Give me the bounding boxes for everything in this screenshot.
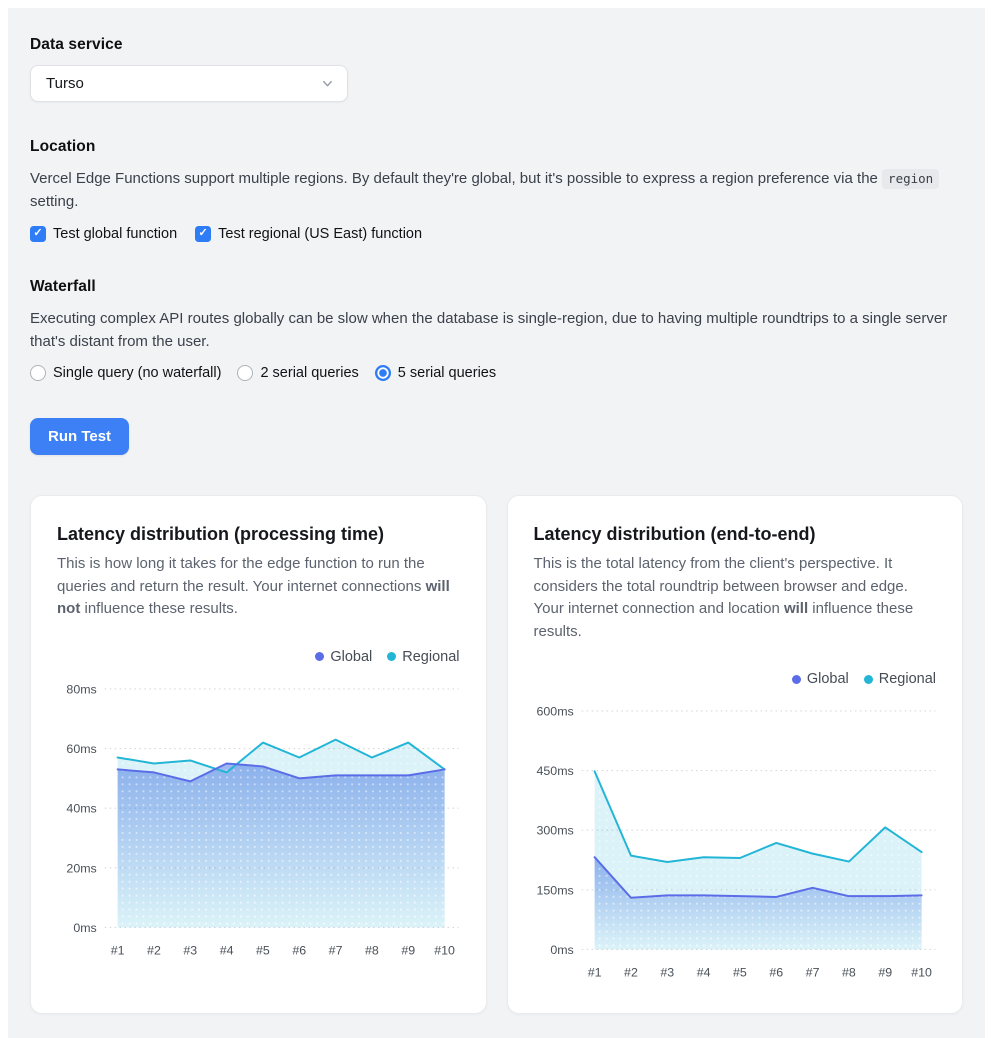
svg-text:#8: #8: [365, 943, 379, 957]
svg-text:#10: #10: [434, 943, 455, 957]
svg-text:600ms: 600ms: [536, 704, 573, 718]
svg-text:0ms: 0ms: [73, 920, 96, 934]
legend-item-regional: Regional: [864, 671, 936, 687]
svg-text:20ms: 20ms: [66, 861, 96, 875]
radio-selected-icon: [375, 365, 391, 381]
global-series-dot-icon: [315, 652, 324, 661]
svg-text:#8: #8: [842, 965, 856, 979]
legend-item-global: Global: [315, 649, 372, 665]
data-service-heading: Data service: [30, 36, 963, 54]
main-panel: Data service Turso Location Vercel Edge …: [8, 8, 985, 1038]
radio-unselected-icon: [30, 365, 46, 381]
legend-item-regional: Regional: [387, 649, 459, 665]
chart-title: Latency distribution (processing time): [57, 524, 460, 545]
svg-text:#2: #2: [147, 943, 161, 957]
checkbox-checked-icon: [30, 226, 46, 242]
processing-time-chart: 0ms 20ms 40ms 60ms 80ms #1 #2 #3 #4 #5 #6 #7 #8 #9 #10: [57, 677, 460, 967]
svg-text:#5: #5: [256, 943, 270, 957]
chart-title: Latency distribution (end-to-end): [534, 524, 937, 545]
data-service-selected-value: Turso: [46, 75, 84, 92]
end-to-end-chart: 0ms150ms300ms450ms600ms#1#2#3#4#5#6#7#8#…: [534, 699, 937, 989]
svg-text:60ms: 60ms: [66, 742, 96, 756]
regional-series-dot-icon: [864, 675, 873, 684]
radio-label: Single query (no waterfall): [53, 365, 221, 381]
waterfall-radio-row: Single query (no waterfall) 2 serial que…: [30, 365, 963, 381]
legend-label: Regional: [402, 649, 459, 665]
svg-text:#10: #10: [911, 965, 932, 979]
radio-5-serial-queries[interactable]: 5 serial queries: [375, 365, 496, 381]
x-axis: #1 #2 #3 #4 #5 #6 #7 #8 #9 #10: [587, 965, 931, 979]
checkbox-label: Test global function: [53, 226, 177, 242]
chart-description-text: This is how long it takes for the edge f…: [57, 555, 426, 595]
svg-text:#7: #7: [329, 943, 343, 957]
charts-section: Latency distribution (processing time) T…: [30, 495, 963, 1014]
chart-legend: Global Regional: [57, 649, 460, 665]
svg-text:#6: #6: [292, 943, 306, 957]
region-code-chip: region: [882, 169, 939, 189]
svg-text:#1: #1: [111, 943, 125, 957]
checkbox-checked-icon: [195, 226, 211, 242]
data-service-select[interactable]: Turso: [30, 65, 348, 102]
svg-text:80ms: 80ms: [66, 682, 96, 696]
svg-text:#2: #2: [624, 965, 638, 979]
svg-text:#3: #3: [660, 965, 674, 979]
svg-text:450ms: 450ms: [536, 764, 573, 778]
svg-text:150ms: 150ms: [536, 883, 573, 897]
radio-unselected-icon: [237, 365, 253, 381]
x-axis: #1 #2 #3 #4 #5 #6 #7 #8 #9 #10: [111, 943, 455, 957]
location-heading: Location: [30, 138, 963, 156]
radio-single-query[interactable]: Single query (no waterfall): [30, 365, 221, 381]
checkbox-label: Test regional (US East) function: [218, 226, 422, 242]
svg-text:#9: #9: [878, 965, 892, 979]
regional-series-dot-icon: [387, 652, 396, 661]
legend-label: Regional: [879, 671, 936, 687]
svg-text:#9: #9: [401, 943, 415, 957]
chart-description-bold: will: [784, 600, 808, 617]
location-description-text: Vercel Edge Functions support multiple r…: [30, 170, 882, 187]
location-checkbox-row: Test global function Test regional (US E…: [30, 226, 963, 242]
legend-label: Global: [807, 671, 849, 687]
location-description: Vercel Edge Functions support multiple r…: [30, 167, 963, 214]
svg-text:#1: #1: [587, 965, 601, 979]
svg-text:40ms: 40ms: [66, 801, 96, 815]
svg-text:0ms: 0ms: [550, 943, 573, 957]
chart-legend: Global Regional: [534, 671, 937, 687]
checkbox-test-regional-function[interactable]: Test regional (US East) function: [195, 226, 422, 242]
svg-text:#5: #5: [733, 965, 747, 979]
svg-text:#4: #4: [220, 943, 234, 957]
legend-label: Global: [330, 649, 372, 665]
svg-text:#4: #4: [696, 965, 710, 979]
svg-text:#6: #6: [769, 965, 783, 979]
location-description-suffix: setting.: [30, 193, 78, 210]
waterfall-description: Executing complex API routes globally ca…: [30, 307, 963, 354]
svg-text:300ms: 300ms: [536, 824, 573, 838]
chart-description: This is how long it takes for the edge f…: [57, 553, 460, 621]
end-to-end-card: Latency distribution (end-to-end) This i…: [507, 495, 964, 1014]
chart-description: This is the total latency from the clien…: [534, 553, 937, 643]
chart-description-suffix: influence these results.: [80, 600, 238, 617]
global-series-dot-icon: [792, 675, 801, 684]
radio-label: 2 serial queries: [260, 365, 358, 381]
radio-label: 5 serial queries: [398, 365, 496, 381]
svg-text:#7: #7: [805, 965, 819, 979]
svg-text:#3: #3: [183, 943, 197, 957]
run-test-button[interactable]: Run Test: [30, 418, 129, 455]
processing-time-card: Latency distribution (processing time) T…: [30, 495, 487, 1014]
chevron-down-icon: [321, 77, 334, 90]
radio-2-serial-queries[interactable]: 2 serial queries: [237, 365, 358, 381]
legend-item-global: Global: [792, 671, 849, 687]
waterfall-heading: Waterfall: [30, 278, 963, 296]
checkbox-test-global-function[interactable]: Test global function: [30, 226, 177, 242]
